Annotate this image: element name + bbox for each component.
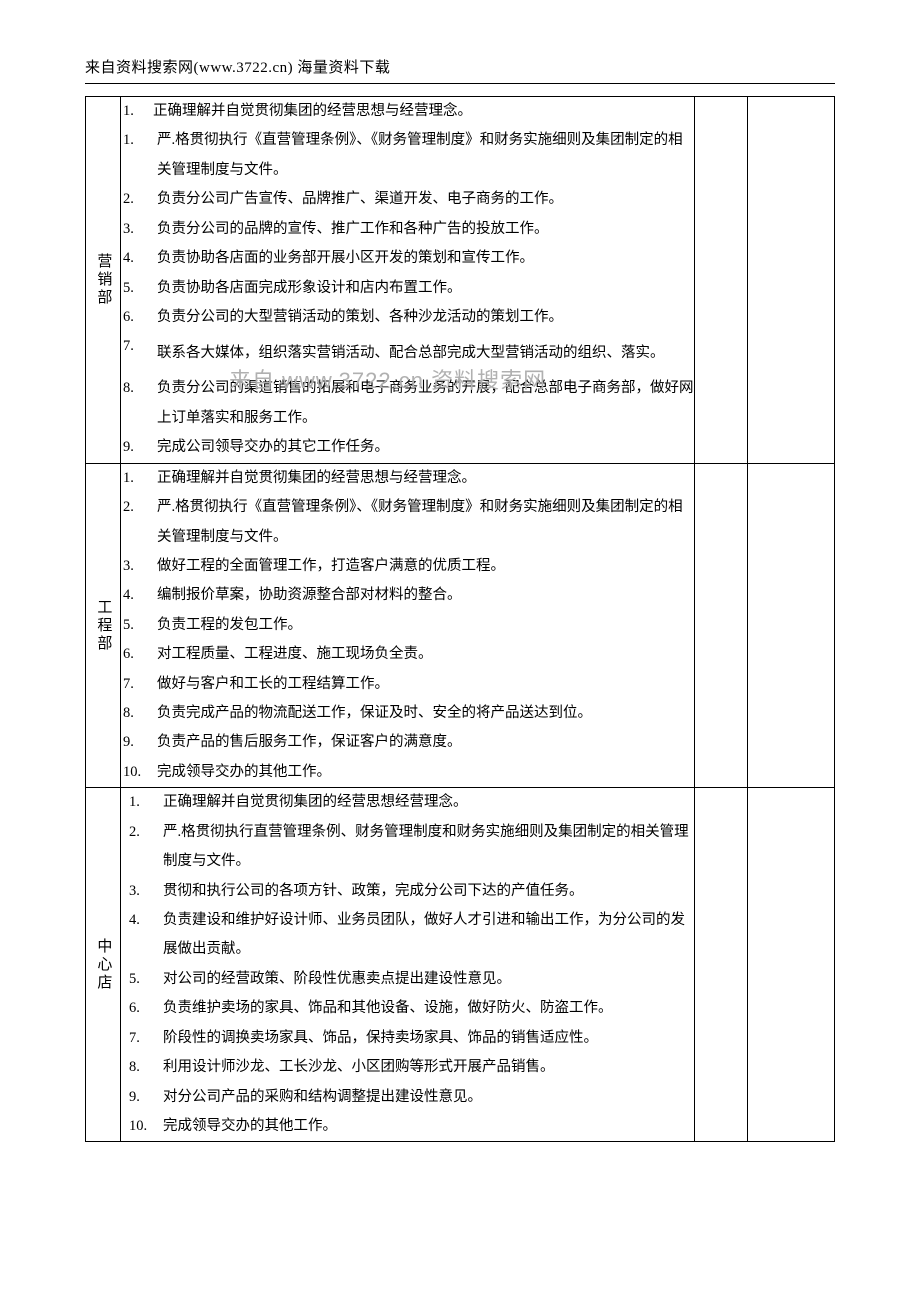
item-text: 正确理解并自觉贯彻集团的经营思想与经营理念。 — [157, 464, 694, 493]
document-page: 来自资料搜索网(www.3722.cn) 海量资料下载 营销部 来自 www.3… — [0, 0, 920, 1202]
dept-label: 中心店 — [86, 938, 120, 992]
list-item: 1. 正确理解并自觉贯彻集团的经营思想与经营理念。 — [121, 97, 694, 126]
item-text: 负责产品的售后服务工作，保证客户的满意度。 — [157, 728, 694, 757]
list-item: 1.严.格贯彻执行《直营管理条例》、《财务管理制度》和财务实施细则及集团制定的相… — [121, 126, 694, 185]
list-item: 2.严.格贯彻执行《直营管理条例》、《财务管理制度》和财务实施细则及集团制定的相… — [121, 493, 694, 552]
item-text: 编制报价草案，协助资源整合部对材料的整合。 — [157, 581, 694, 610]
item-text: 利用设计师沙龙、工长沙龙、小区团购等形式开展产品销售。 — [163, 1053, 694, 1082]
list-item: 2.负责分公司广告宣传、品牌推广、渠道开发、电子商务的工作。 — [121, 185, 694, 214]
blank-cell — [695, 788, 748, 1142]
item-text: 负责建设和维护好设计师、业务员团队，做好人才引进和输出工作，为分公司的发展做出贡… — [163, 906, 694, 965]
page-header: 来自资料搜索网(www.3722.cn) 海量资料下载 — [85, 56, 835, 77]
blank-cell — [748, 463, 835, 788]
table-row: 工程部 1.正确理解并自觉贯彻集团的经营思想与经营理念。 2.严.格贯彻执行《直… — [86, 463, 835, 788]
list-item: 1.正确理解并自觉贯彻集团的经营思想经营理念。 — [127, 788, 694, 817]
item-text: 负责分公司的渠道销售的拓展和电子商务业务的开展，配合总部电子商务部，做好网上订单… — [157, 374, 694, 433]
list-item: 6.对工程质量、工程进度、施工现场负全责。 — [121, 640, 694, 669]
table-row: 营销部 来自 www.3722.cn 资料搜索网 1. 正确理解并自觉贯彻集团的… — [86, 97, 835, 464]
item-text: 贯彻和执行公司的各项方针、政策，完成分公司下达的产值任务。 — [163, 877, 694, 906]
list-item: 8.负责分公司的渠道销售的拓展和电子商务业务的开展，配合总部电子商务部，做好网上… — [121, 374, 694, 433]
list-item: 3.贯彻和执行公司的各项方针、政策，完成分公司下达的产值任务。 — [127, 877, 694, 906]
dept-label-cell: 营销部 — [86, 97, 121, 464]
item-text: 负责分公司广告宣传、品牌推广、渠道开发、电子商务的工作。 — [157, 185, 694, 214]
list-item: 4.负责协助各店面的业务部开展小区开发的策划和宣传工作。 — [121, 244, 694, 273]
dept-label-cell: 工程部 — [86, 463, 121, 788]
list-item: 8.利用设计师沙龙、工长沙龙、小区团购等形式开展产品销售。 — [127, 1053, 694, 1082]
blank-cell — [695, 463, 748, 788]
list-item: 9.负责产品的售后服务工作，保证客户的满意度。 — [121, 728, 694, 757]
list-item: 5.负责工程的发包工作。 — [121, 611, 694, 640]
item-text: 负责协助各店面完成形象设计和店内布置工作。 — [157, 274, 694, 303]
list-item: 4.负责建设和维护好设计师、业务员团队，做好人才引进和输出工作，为分公司的发展做… — [127, 906, 694, 965]
dept-content: 来自 www.3722.cn 资料搜索网 1. 正确理解并自觉贯彻集团的经营思想… — [121, 97, 695, 464]
blank-cell — [695, 97, 748, 464]
list-item: 7.做好与客户和工长的工程结算工作。 — [121, 670, 694, 699]
item-text: 负责维护卖场的家具、饰品和其他设备、设施，做好防火、防盗工作。 — [163, 994, 694, 1023]
header-divider — [85, 83, 835, 84]
blank-cell — [748, 788, 835, 1142]
list-item: 5.对公司的经营政策、阶段性优惠卖点提出建设性意见。 — [127, 965, 694, 994]
list-item: 9.对分公司产品的采购和结构调整提出建设性意见。 — [127, 1083, 694, 1112]
item-list: 1.正确理解并自觉贯彻集团的经营思想与经营理念。 2.严.格贯彻执行《直营管理条… — [121, 464, 694, 788]
table-row: 中心店 1.正确理解并自觉贯彻集团的经营思想经营理念。 2.严.格贯彻执行直营管… — [86, 788, 835, 1142]
item-list: 1.正确理解并自觉贯彻集团的经营思想经营理念。 2.严.格贯彻执行直营管理条例、… — [121, 788, 694, 1141]
list-item: 7.联系各大媒体，组织落实营销活动、配合总部完成大型营销活动的组织、落实。 — [121, 332, 694, 374]
item-text: 做好与客户和工长的工程结算工作。 — [157, 670, 694, 699]
item-text: 正确理解并自觉贯彻集团的经营思想与经营理念。 — [153, 97, 694, 126]
list-item: 6.负责分公司的大型营销活动的策划、各种沙龙活动的策划工作。 — [121, 303, 694, 332]
item-text: 对工程质量、工程进度、施工现场负全责。 — [157, 640, 694, 669]
item-text: 对分公司产品的采购和结构调整提出建设性意见。 — [163, 1083, 694, 1112]
list-item: 7.阶段性的调换卖场家具、饰品，保持卖场家具、饰品的销售适应性。 — [127, 1024, 694, 1053]
item-text: 正确理解并自觉贯彻集团的经营思想经营理念。 — [163, 788, 694, 817]
item-text: 严.格贯彻执行直营管理条例、财务管理制度和财务实施细则及集团制定的相关管理制度与… — [163, 818, 694, 877]
list-item: 4.编制报价草案，协助资源整合部对材料的整合。 — [121, 581, 694, 610]
item-text: 做好工程的全面管理工作，打造客户满意的优质工程。 — [157, 552, 694, 581]
item-text: 负责分公司的大型营销活动的策划、各种沙龙活动的策划工作。 — [157, 303, 694, 332]
dept-label: 营销部 — [86, 253, 120, 307]
dept-label: 工程部 — [86, 599, 120, 653]
list-item: 3.做好工程的全面管理工作，打造客户满意的优质工程。 — [121, 552, 694, 581]
responsibilities-table: 营销部 来自 www.3722.cn 资料搜索网 1. 正确理解并自觉贯彻集团的… — [85, 96, 835, 1142]
list-item: 6.负责维护卖场的家具、饰品和其他设备、设施，做好防火、防盗工作。 — [127, 994, 694, 1023]
blank-cell — [748, 97, 835, 464]
list-item: 9.完成公司领导交办的其它工作任务。 — [121, 433, 694, 462]
item-text: 联系各大媒体，组织落实营销活动、配合总部完成大型营销活动的组织、落实。 — [157, 332, 694, 374]
item-text: 负责完成产品的物流配送工作，保证及时、安全的将产品送达到位。 — [157, 699, 694, 728]
list-item: 10.完成领导交办的其他工作。 — [127, 1112, 694, 1141]
dept-content: 1.正确理解并自觉贯彻集团的经营思想与经营理念。 2.严.格贯彻执行《直营管理条… — [121, 463, 695, 788]
item-text: 负责协助各店面的业务部开展小区开发的策划和宣传工作。 — [157, 244, 694, 273]
item-text: 对公司的经营政策、阶段性优惠卖点提出建设性意见。 — [163, 965, 694, 994]
item-text: 完成领导交办的其他工作。 — [163, 1112, 694, 1141]
item-text: 负责工程的发包工作。 — [157, 611, 694, 640]
list-item: 10.完成领导交办的其他工作。 — [121, 758, 694, 787]
item-text: 负责分公司的品牌的宣传、推广工作和各种广告的投放工作。 — [157, 215, 694, 244]
item-list: 1. 正确理解并自觉贯彻集团的经营思想与经营理念。 1.严.格贯彻执行《直营管理… — [121, 97, 694, 463]
list-item: 1.正确理解并自觉贯彻集团的经营思想与经营理念。 — [121, 464, 694, 493]
item-text: 严.格贯彻执行《直营管理条例》、《财务管理制度》和财务实施细则及集团制定的相关管… — [157, 126, 694, 185]
item-text: 严.格贯彻执行《直营管理条例》、《财务管理制度》和财务实施细则及集团制定的相关管… — [157, 493, 694, 552]
list-item: 5.负责协助各店面完成形象设计和店内布置工作。 — [121, 274, 694, 303]
item-text: 完成领导交办的其他工作。 — [157, 758, 694, 787]
list-item: 2.严.格贯彻执行直营管理条例、财务管理制度和财务实施细则及集团制定的相关管理制… — [127, 818, 694, 877]
dept-label-cell: 中心店 — [86, 788, 121, 1142]
list-item: 3.负责分公司的品牌的宣传、推广工作和各种广告的投放工作。 — [121, 215, 694, 244]
dept-content: 1.正确理解并自觉贯彻集团的经营思想经营理念。 2.严.格贯彻执行直营管理条例、… — [121, 788, 695, 1142]
item-text: 完成公司领导交办的其它工作任务。 — [157, 433, 694, 462]
list-item: 8.负责完成产品的物流配送工作，保证及时、安全的将产品送达到位。 — [121, 699, 694, 728]
item-text: 阶段性的调换卖场家具、饰品，保持卖场家具、饰品的销售适应性。 — [163, 1024, 694, 1053]
